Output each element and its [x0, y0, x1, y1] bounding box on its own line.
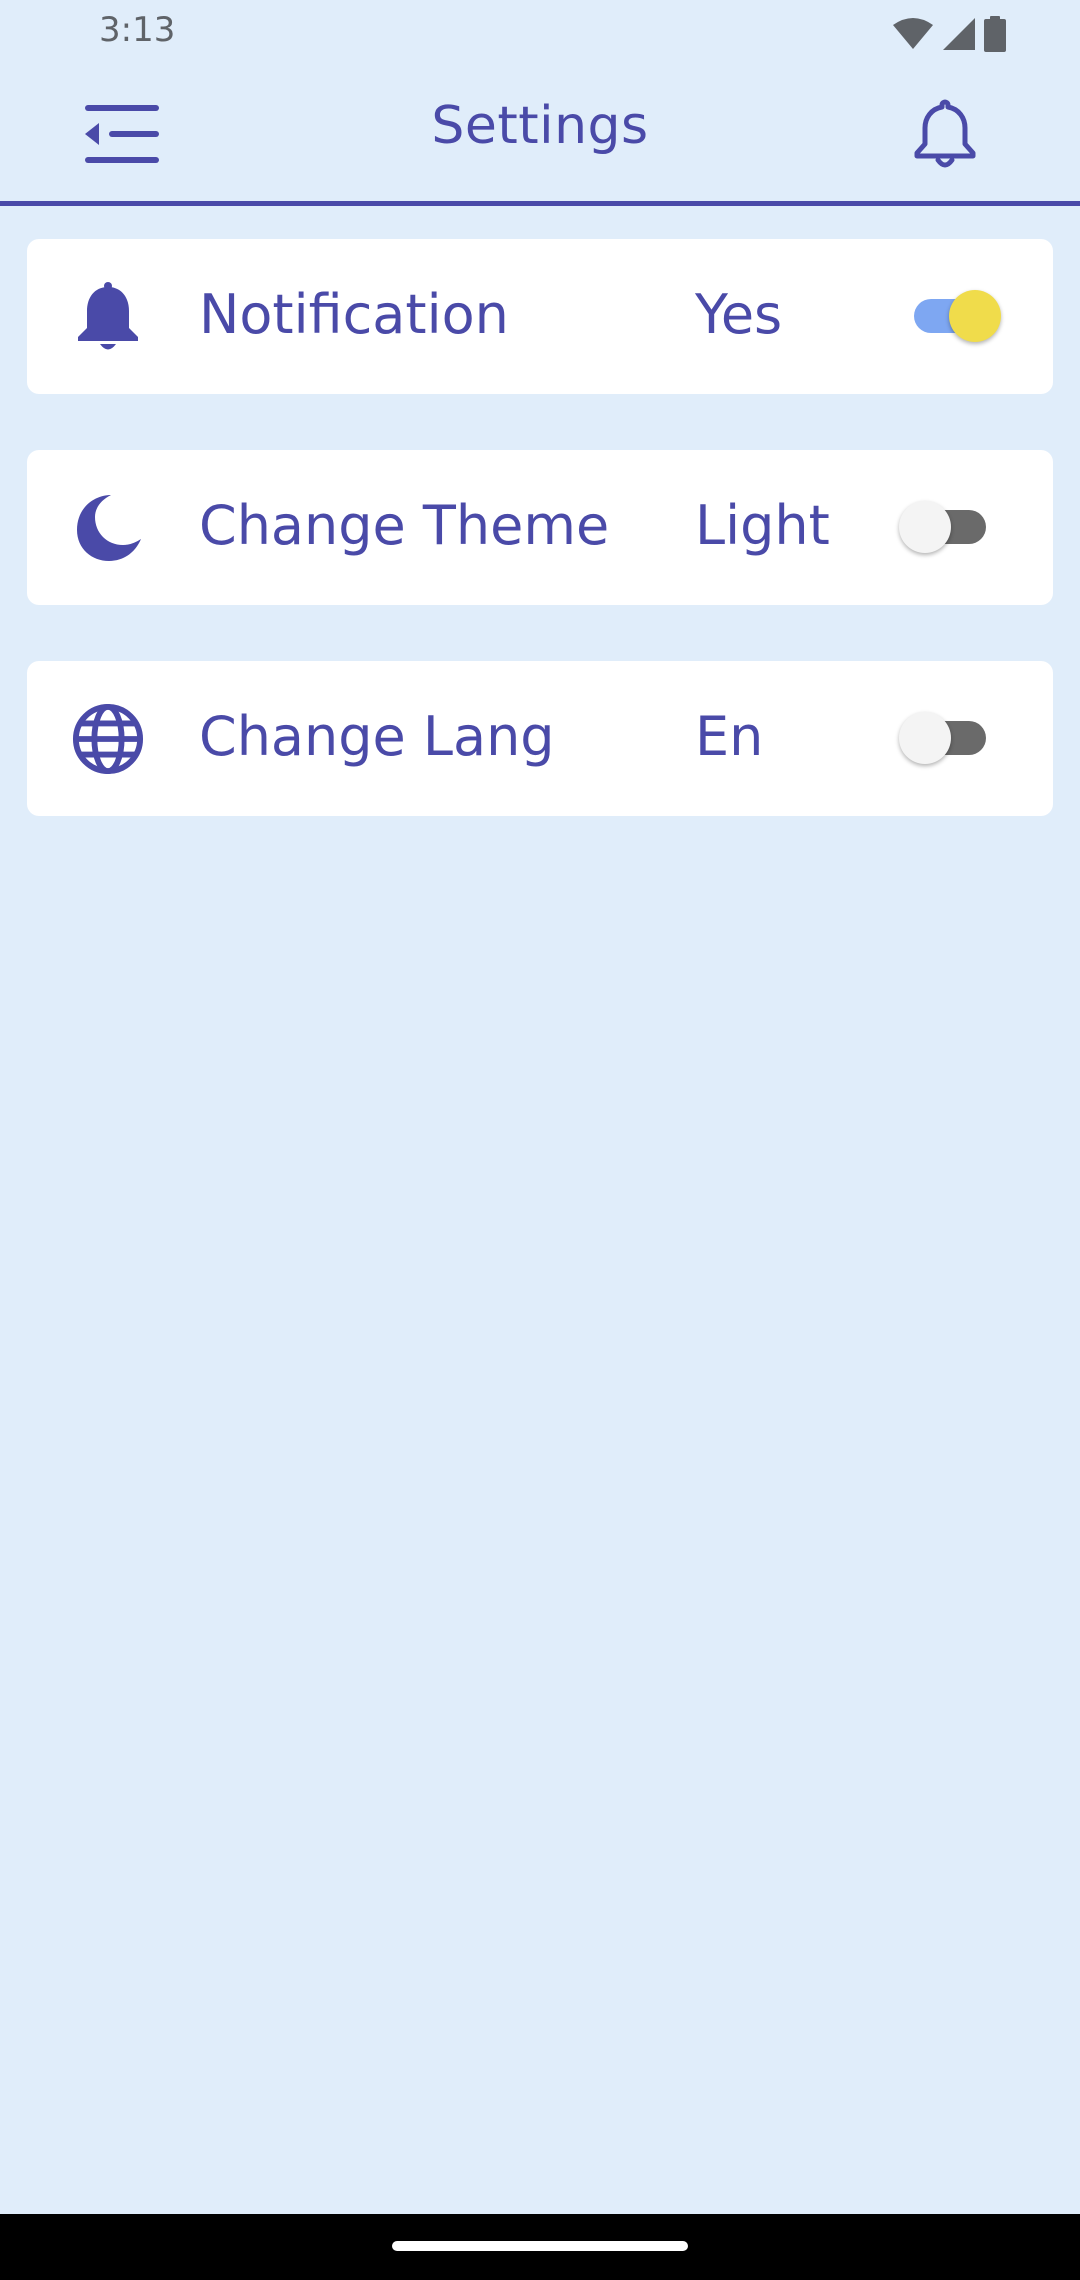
- setting-label-notification: Notification: [199, 283, 509, 346]
- language-toggle[interactable]: [891, 708, 1009, 768]
- globe-icon: [72, 703, 144, 775]
- status-bar: 3:13: [0, 0, 1080, 66]
- setting-value-notification: Yes: [695, 283, 783, 346]
- home-handle[interactable]: [392, 2241, 688, 2251]
- bell-icon: [72, 281, 144, 353]
- navigation-bar: [0, 2214, 1080, 2280]
- theme-toggle[interactable]: [891, 497, 1009, 557]
- setting-value-theme: Light: [695, 494, 830, 557]
- settings-list: Notification Yes Change Theme Light Chan…: [27, 239, 1053, 872]
- setting-label-language: Change Lang: [199, 705, 555, 768]
- setting-value-language: En: [695, 705, 764, 768]
- setting-row-notification[interactable]: Notification Yes: [27, 239, 1053, 394]
- setting-row-theme[interactable]: Change Theme Light: [27, 450, 1053, 605]
- wifi-icon: [892, 18, 934, 50]
- setting-row-language[interactable]: Change Lang En: [27, 661, 1053, 816]
- notification-toggle[interactable]: [891, 286, 1009, 346]
- bell-outline-icon: [912, 98, 978, 175]
- battery-icon: [984, 16, 1006, 52]
- toggle-thumb: [899, 712, 951, 764]
- setting-label-theme: Change Theme: [199, 494, 610, 557]
- app-bar: Settings: [0, 66, 1080, 206]
- status-time: 3:13: [99, 10, 176, 50]
- toggle-thumb: [949, 290, 1001, 342]
- toggle-thumb: [899, 501, 951, 553]
- moon-icon: [72, 492, 144, 564]
- notifications-button[interactable]: [895, 91, 995, 181]
- signal-icon: [942, 17, 976, 51]
- status-icons: [892, 16, 1006, 52]
